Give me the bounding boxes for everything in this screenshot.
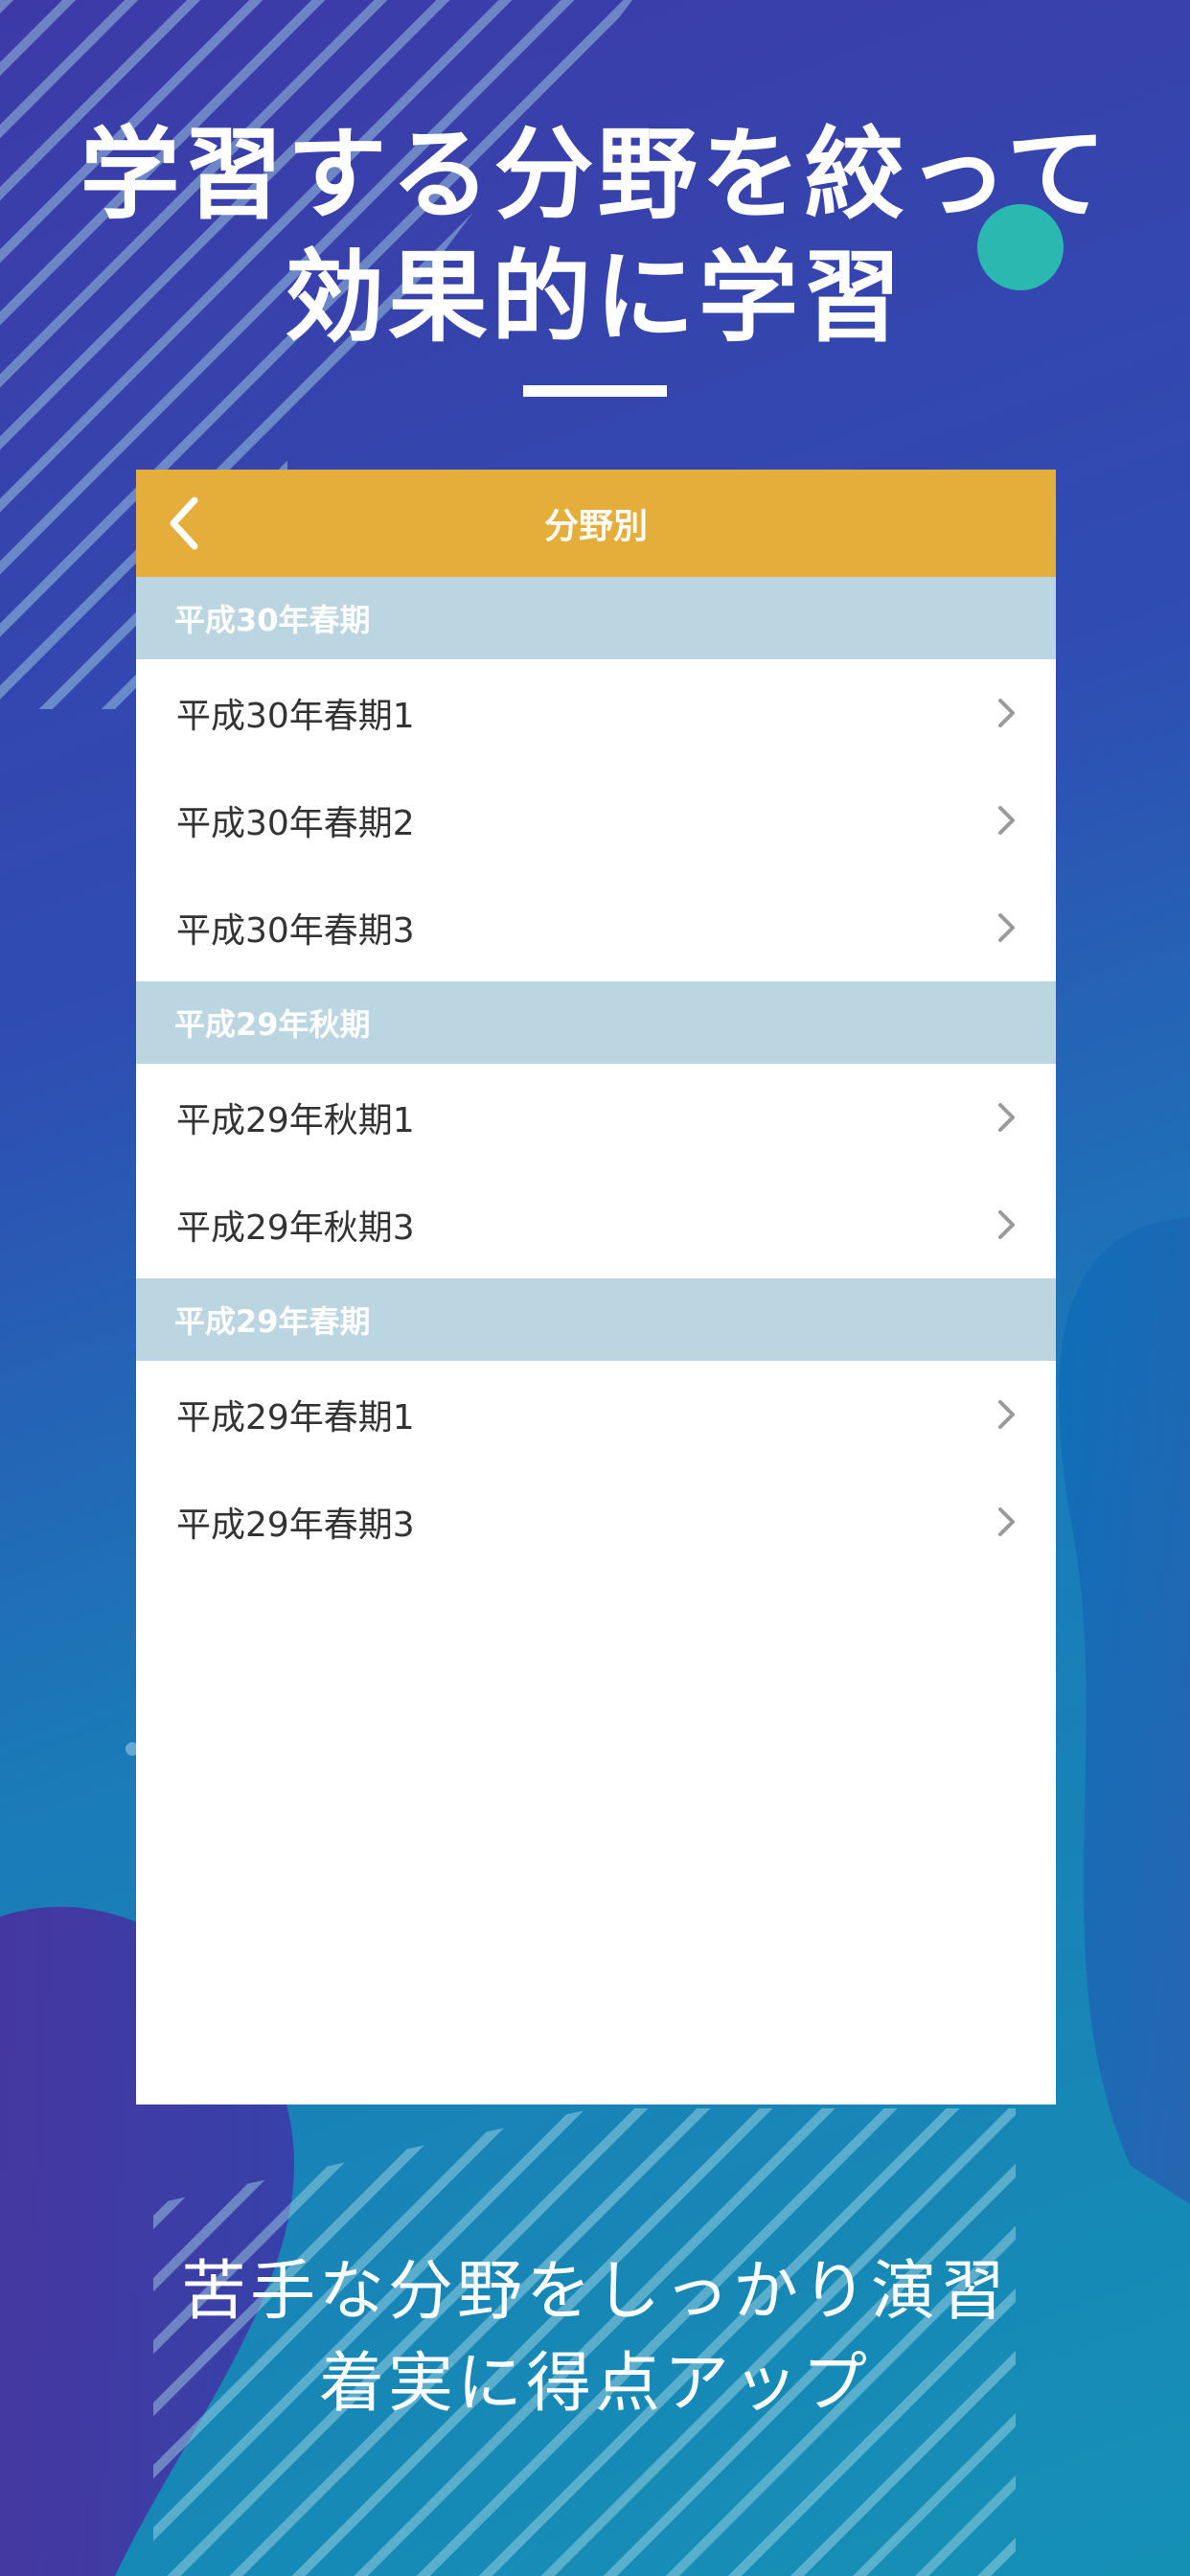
list-item-label: 平成29年秋期1 — [176, 1101, 415, 1140]
navigation-bar: 分野別 — [136, 470, 1056, 577]
screen-title: 分野別 — [543, 507, 648, 546]
footer-line-2: 着実に得点アップ — [318, 2346, 871, 2422]
section-header: 平成30年春期 — [136, 577, 1056, 659]
list-item-label: 平成30年春期2 — [176, 804, 415, 843]
list-item-label: 平成29年秋期3 — [176, 1208, 415, 1248]
list-item-label: 平成29年春期1 — [176, 1398, 415, 1438]
app-screen: 分野別 平成30年春期 平成30年春期1 平成30年春期2 平成30年春期3 平… — [136, 470, 1056, 2104]
list-item-label: 平成29年春期3 — [176, 1506, 415, 1545]
chevron-right-icon — [996, 911, 1018, 944]
headline: 学習する分野を絞って 効果的に学習 — [0, 113, 1190, 358]
list-item-label: 平成30年春期1 — [176, 697, 415, 736]
list-item[interactable]: 平成29年秋期3 — [136, 1171, 1056, 1278]
section-header: 平成29年春期 — [136, 1278, 1056, 1361]
list-item[interactable]: 平成29年春期3 — [136, 1468, 1056, 1576]
footer-line-1: 苦手な分野をしっかり演習 — [180, 2254, 1009, 2330]
list-item[interactable]: 平成30年春期3 — [136, 874, 1056, 981]
chevron-right-icon — [996, 1208, 1018, 1241]
list-item[interactable]: 平成29年春期1 — [136, 1361, 1056, 1468]
section-header: 平成29年秋期 — [136, 981, 1056, 1064]
list-item[interactable]: 平成29年秋期1 — [136, 1064, 1056, 1171]
chevron-right-icon — [996, 1506, 1018, 1538]
headline-divider — [523, 385, 667, 397]
list-item[interactable]: 平成30年春期1 — [136, 659, 1056, 767]
list-item[interactable]: 平成30年春期2 — [136, 767, 1056, 874]
chevron-right-icon — [996, 1398, 1018, 1431]
headline-line-2: 効果的に学習 — [284, 239, 905, 356]
section-list: 平成30年春期 平成30年春期1 平成30年春期2 平成30年春期3 平成29年… — [136, 577, 1056, 1576]
chevron-right-icon — [996, 1101, 1018, 1134]
chevron-left-icon — [170, 496, 198, 550]
list-item-label: 平成30年春期3 — [176, 911, 415, 951]
headline-line-1: 学習する分野を絞って — [80, 116, 1110, 233]
chevron-right-icon — [996, 804, 1018, 837]
wave-shape-right — [1059, 1217, 1190, 2204]
footer-caption: 苦手な分野をしっかり演習 着実に得点アップ — [0, 2246, 1190, 2430]
back-button[interactable] — [153, 491, 215, 556]
chevron-right-icon — [996, 697, 1018, 729]
